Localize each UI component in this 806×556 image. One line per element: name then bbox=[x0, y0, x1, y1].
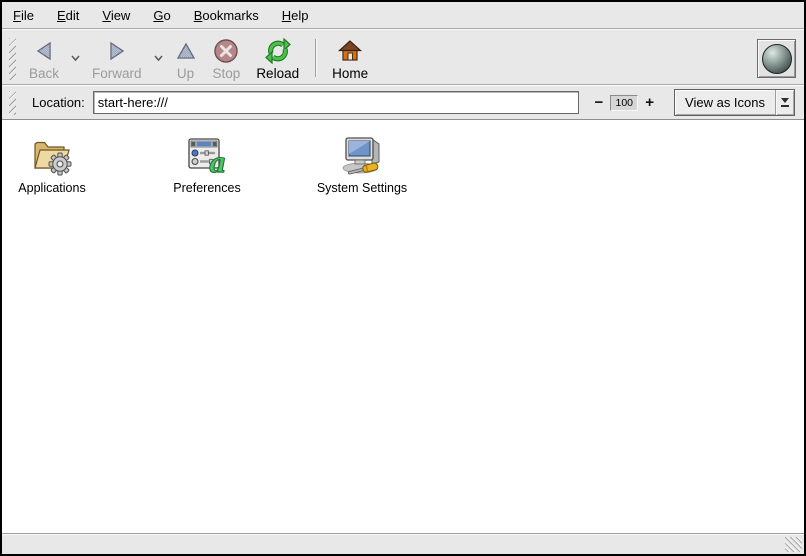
reload-icon bbox=[264, 39, 292, 63]
menu-go[interactable]: Go bbox=[152, 6, 171, 25]
forward-arrow-icon bbox=[105, 39, 129, 63]
forward-button[interactable]: Forward bbox=[84, 36, 150, 84]
zoom-level-indicator[interactable]: 100 bbox=[610, 95, 638, 111]
location-bar: Location: − 100 + View as Icons bbox=[2, 85, 804, 120]
view-as-label: View as Icons bbox=[675, 90, 775, 115]
file-icon-view: Applications a Prefe bbox=[2, 120, 804, 533]
nautilus-window: File Edit View Go Bookmarks Help Back bbox=[0, 0, 806, 556]
chevron-down-icon bbox=[70, 54, 81, 62]
svg-text:a: a bbox=[209, 148, 227, 178]
throbber bbox=[757, 39, 796, 78]
home-button[interactable]: Home bbox=[324, 36, 376, 84]
system-settings-computer-screwdriver-icon bbox=[336, 132, 388, 178]
zoom-out-button[interactable]: − bbox=[591, 96, 608, 110]
item-preferences[interactable]: a Preferences bbox=[159, 132, 255, 195]
back-button[interactable]: Back bbox=[21, 36, 67, 84]
zoom-controls: − 100 + bbox=[591, 95, 659, 111]
menu-help[interactable]: Help bbox=[281, 6, 310, 25]
dropdown-arrow-icon bbox=[775, 90, 794, 115]
forward-history-dropdown[interactable] bbox=[150, 52, 167, 64]
stop-button[interactable]: Stop bbox=[205, 36, 249, 84]
stop-icon bbox=[213, 39, 239, 63]
chevron-down-icon bbox=[153, 54, 164, 62]
location-input[interactable] bbox=[93, 91, 579, 114]
toolbar-separator bbox=[315, 39, 316, 77]
menu-file[interactable]: File bbox=[12, 6, 35, 25]
item-label: Applications bbox=[18, 181, 85, 195]
view-as-dropdown[interactable]: View as Icons bbox=[674, 89, 795, 116]
status-bar bbox=[2, 533, 804, 554]
item-applications[interactable]: Applications bbox=[4, 132, 100, 195]
menu-edit[interactable]: Edit bbox=[56, 6, 80, 25]
preferences-window-icon: a bbox=[184, 132, 230, 178]
toolbar-drag-handle[interactable] bbox=[9, 38, 16, 80]
back-arrow-icon bbox=[32, 39, 56, 63]
resize-grip[interactable] bbox=[785, 537, 802, 552]
applications-folder-gear-icon bbox=[28, 132, 76, 178]
location-label: Location: bbox=[32, 95, 85, 110]
menu-bookmarks[interactable]: Bookmarks bbox=[193, 6, 260, 25]
zoom-in-button[interactable]: + bbox=[641, 96, 658, 110]
up-button[interactable]: Up bbox=[167, 36, 205, 84]
item-system-settings[interactable]: System Settings bbox=[314, 132, 410, 195]
item-label: System Settings bbox=[317, 181, 407, 195]
up-arrow-icon bbox=[175, 39, 197, 63]
throbber-orb-icon bbox=[762, 44, 792, 74]
reload-button[interactable]: Reload bbox=[248, 36, 307, 84]
menubar: File Edit View Go Bookmarks Help bbox=[2, 2, 804, 29]
back-history-dropdown[interactable] bbox=[67, 52, 84, 64]
item-label: Preferences bbox=[173, 181, 240, 195]
toolbar: Back Forward bbox=[2, 29, 804, 85]
locationbar-drag-handle[interactable] bbox=[9, 91, 16, 115]
menu-view[interactable]: View bbox=[101, 6, 131, 25]
home-icon bbox=[337, 39, 363, 63]
